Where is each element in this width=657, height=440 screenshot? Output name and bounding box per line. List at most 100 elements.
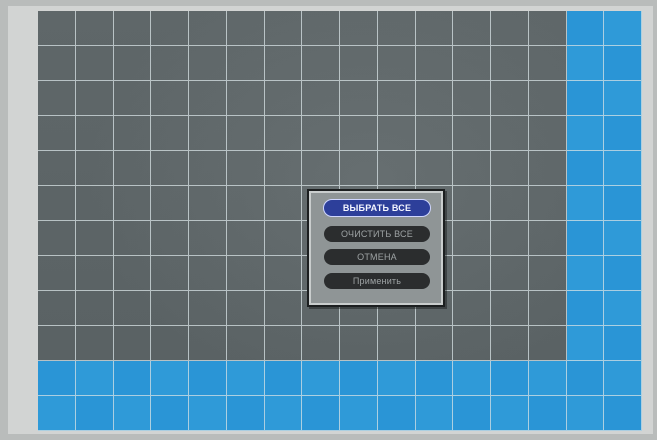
grid-cell[interactable] [377, 116, 416, 151]
grid-cell[interactable] [38, 11, 76, 46]
grid-cell[interactable] [38, 46, 76, 81]
grid-cell[interactable] [113, 361, 152, 396]
grid-cell[interactable] [377, 81, 416, 116]
grid-cell[interactable] [151, 396, 189, 431]
grid-cell[interactable] [151, 361, 189, 396]
grid-cell[interactable] [113, 11, 152, 46]
grid-cell[interactable] [264, 256, 303, 291]
grid-cell[interactable] [226, 221, 265, 256]
select-all-button[interactable]: ВЫБРАТЬ ВСЕ [324, 200, 430, 216]
grid-cell[interactable] [113, 186, 152, 221]
grid-cell[interactable] [226, 256, 265, 291]
grid-cell[interactable] [151, 81, 189, 116]
motion-detection-area[interactable]: ВЫБРАТЬ ВСЕ ОЧИСТИТЬ ВСЕ ОТМЕНА Применит… [38, 11, 642, 431]
grid-cell[interactable] [566, 361, 605, 396]
grid-cell[interactable] [75, 186, 114, 221]
grid-cell[interactable] [75, 256, 114, 291]
grid-cell[interactable] [415, 361, 454, 396]
grid-cell[interactable] [604, 221, 642, 256]
grid-cell[interactable] [604, 186, 642, 221]
grid-cell[interactable] [113, 116, 152, 151]
grid-cell[interactable] [226, 186, 265, 221]
grid-cell[interactable] [38, 326, 76, 361]
grid-cell[interactable] [566, 186, 605, 221]
grid-cell[interactable] [566, 151, 605, 186]
grid-cell[interactable] [453, 221, 491, 256]
grid-cell[interactable] [453, 396, 491, 431]
grid-cell[interactable] [491, 221, 529, 256]
grid-cell[interactable] [566, 46, 605, 81]
grid-cell[interactable] [528, 186, 567, 221]
grid-cell[interactable] [566, 291, 605, 326]
grid-cell[interactable] [264, 326, 303, 361]
grid-cell[interactable] [302, 116, 340, 151]
clear-all-button[interactable]: ОЧИСТИТЬ ВСЕ [324, 226, 430, 242]
grid-cell[interactable] [113, 151, 152, 186]
grid-cell[interactable] [264, 186, 303, 221]
grid-cell[interactable] [415, 116, 454, 151]
grid-cell[interactable] [226, 361, 265, 396]
grid-cell[interactable] [491, 326, 529, 361]
grid-cell[interactable] [226, 81, 265, 116]
grid-cell[interactable] [226, 46, 265, 81]
grid-cell[interactable] [264, 11, 303, 46]
grid-cell[interactable] [415, 81, 454, 116]
grid-cell[interactable] [566, 326, 605, 361]
grid-cell[interactable] [75, 116, 114, 151]
grid-cell[interactable] [264, 361, 303, 396]
grid-cell[interactable] [226, 116, 265, 151]
grid-cell[interactable] [453, 256, 491, 291]
grid-cell[interactable] [113, 221, 152, 256]
grid-cell[interactable] [340, 326, 378, 361]
grid-cell[interactable] [453, 151, 491, 186]
grid-cell[interactable] [491, 151, 529, 186]
grid-cell[interactable] [38, 151, 76, 186]
grid-cell[interactable] [453, 291, 491, 326]
grid-cell[interactable] [75, 46, 114, 81]
grid-cell[interactable] [340, 46, 378, 81]
grid-cell[interactable] [151, 46, 189, 81]
grid-cell[interactable] [226, 291, 265, 326]
grid-cell[interactable] [491, 81, 529, 116]
grid-cell[interactable] [75, 81, 114, 116]
grid-cell[interactable] [491, 186, 529, 221]
grid-cell[interactable] [528, 81, 567, 116]
grid-cell[interactable] [189, 326, 227, 361]
grid-cell[interactable] [377, 396, 416, 431]
grid-cell[interactable] [566, 221, 605, 256]
grid-cell[interactable] [340, 396, 378, 431]
grid-cell[interactable] [38, 291, 76, 326]
grid-cell[interactable] [113, 326, 152, 361]
grid-cell[interactable] [453, 116, 491, 151]
grid-cell[interactable] [264, 151, 303, 186]
grid-cell[interactable] [377, 361, 416, 396]
grid-cell[interactable] [264, 221, 303, 256]
grid-cell[interactable] [604, 46, 642, 81]
grid-cell[interactable] [264, 81, 303, 116]
grid-cell[interactable] [151, 151, 189, 186]
grid-cell[interactable] [377, 151, 416, 186]
grid-cell[interactable] [566, 256, 605, 291]
grid-cell[interactable] [189, 291, 227, 326]
grid-cell[interactable] [151, 256, 189, 291]
grid-cell[interactable] [302, 396, 340, 431]
grid-cell[interactable] [38, 116, 76, 151]
grid-cell[interactable] [528, 46, 567, 81]
grid-cell[interactable] [189, 361, 227, 396]
grid-cell[interactable] [226, 151, 265, 186]
grid-cell[interactable] [151, 11, 189, 46]
grid-cell[interactable] [302, 11, 340, 46]
grid-cell[interactable] [528, 151, 567, 186]
grid-cell[interactable] [604, 326, 642, 361]
grid-cell[interactable] [340, 116, 378, 151]
grid-cell[interactable] [604, 151, 642, 186]
grid-cell[interactable] [113, 46, 152, 81]
grid-cell[interactable] [75, 151, 114, 186]
grid-cell[interactable] [264, 116, 303, 151]
grid-cell[interactable] [604, 116, 642, 151]
grid-cell[interactable] [491, 291, 529, 326]
grid-cell[interactable] [151, 116, 189, 151]
grid-cell[interactable] [491, 116, 529, 151]
grid-cell[interactable] [377, 46, 416, 81]
grid-cell[interactable] [528, 291, 567, 326]
